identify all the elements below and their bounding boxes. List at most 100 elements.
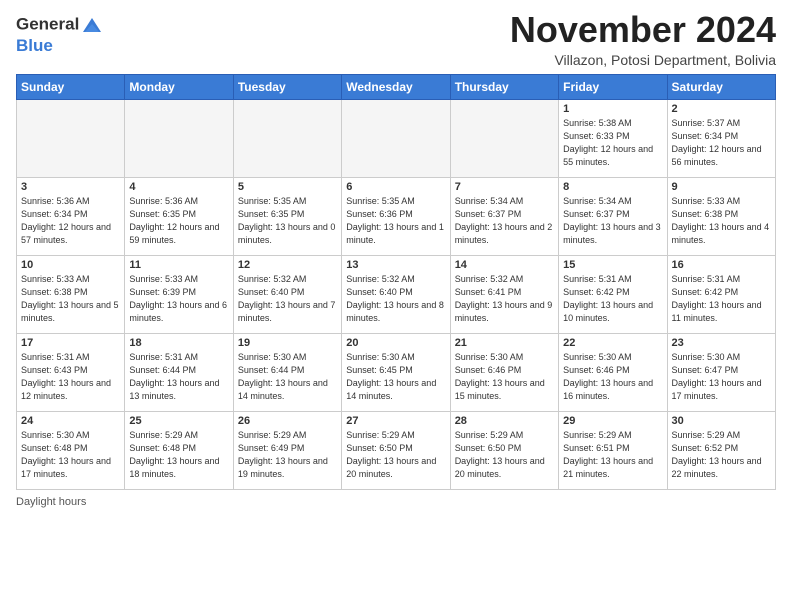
day-cell: 30 Sunrise: 5:29 AM Sunset: 6:52 PM Dayli… — [667, 411, 775, 489]
day-info: Sunrise: 5:31 AM Sunset: 6:44 PM Dayligh… — [129, 351, 228, 403]
day-number: 28 — [455, 415, 554, 427]
day-cell: 16 Sunrise: 5:31 AM Sunset: 6:42 PM Dayli… — [667, 255, 775, 333]
day-number: 16 — [672, 259, 771, 271]
day-number: 14 — [455, 259, 554, 271]
col-header-friday: Friday — [559, 74, 667, 99]
day-info: Sunrise: 5:29 AM Sunset: 6:50 PM Dayligh… — [346, 429, 445, 481]
day-cell: 8 Sunrise: 5:34 AM Sunset: 6:37 PM Daylig… — [559, 177, 667, 255]
day-cell: 20 Sunrise: 5:30 AM Sunset: 6:45 PM Dayli… — [342, 333, 450, 411]
day-number: 1 — [563, 103, 662, 115]
col-header-monday: Monday — [125, 74, 233, 99]
day-number: 15 — [563, 259, 662, 271]
day-cell: 15 Sunrise: 5:31 AM Sunset: 6:42 PM Dayli… — [559, 255, 667, 333]
day-cell: 22 Sunrise: 5:30 AM Sunset: 6:46 PM Dayli… — [559, 333, 667, 411]
col-header-wednesday: Wednesday — [342, 74, 450, 99]
day-number: 23 — [672, 337, 771, 349]
day-number: 25 — [129, 415, 228, 427]
footer: Daylight hours — [16, 496, 776, 508]
calendar-table: SundayMondayTuesdayWednesdayThursdayFrid… — [16, 74, 776, 490]
day-info: Sunrise: 5:29 AM Sunset: 6:50 PM Dayligh… — [455, 429, 554, 481]
day-number: 5 — [238, 181, 337, 193]
col-header-tuesday: Tuesday — [233, 74, 341, 99]
day-cell: 6 Sunrise: 5:35 AM Sunset: 6:36 PM Daylig… — [342, 177, 450, 255]
location-subtitle: Villazon, Potosi Department, Bolivia — [510, 52, 776, 68]
day-info: Sunrise: 5:31 AM Sunset: 6:42 PM Dayligh… — [672, 273, 771, 325]
week-row-1: 1Sunrise: 5:38 AM Sunset: 6:33 PM Daylig… — [17, 99, 776, 177]
day-info: Sunrise: 5:34 AM Sunset: 6:37 PM Dayligh… — [455, 195, 554, 247]
day-number: 10 — [21, 259, 120, 271]
day-number: 4 — [129, 181, 228, 193]
day-info: Sunrise: 5:30 AM Sunset: 6:47 PM Dayligh… — [672, 351, 771, 403]
day-cell: 24Sunrise: 5:30 AM Sunset: 6:48 PM Dayli… — [17, 411, 125, 489]
calendar-header-row: SundayMondayTuesdayWednesdayThursdayFrid… — [17, 74, 776, 99]
day-cell: 25 Sunrise: 5:29 AM Sunset: 6:48 PM Dayli… — [125, 411, 233, 489]
day-number: 7 — [455, 181, 554, 193]
day-number: 12 — [238, 259, 337, 271]
day-number: 6 — [346, 181, 445, 193]
day-cell — [342, 99, 450, 177]
day-cell — [125, 99, 233, 177]
week-row-5: 24Sunrise: 5:30 AM Sunset: 6:48 PM Dayli… — [17, 411, 776, 489]
day-info: Sunrise: 5:29 AM Sunset: 6:51 PM Dayligh… — [563, 429, 662, 481]
day-info: Sunrise: 5:35 AM Sunset: 6:36 PM Dayligh… — [346, 195, 445, 247]
day-info: Sunrise: 5:29 AM Sunset: 6:52 PM Dayligh… — [672, 429, 771, 481]
day-number: 27 — [346, 415, 445, 427]
day-info: Sunrise: 5:36 AM Sunset: 6:35 PM Dayligh… — [129, 195, 228, 247]
day-number: 2 — [672, 103, 771, 115]
daylight-label: Daylight hours — [16, 496, 86, 508]
day-info: Sunrise: 5:32 AM Sunset: 6:41 PM Dayligh… — [455, 273, 554, 325]
logo-icon — [81, 14, 103, 36]
day-info: Sunrise: 5:29 AM Sunset: 6:48 PM Dayligh… — [129, 429, 228, 481]
col-header-saturday: Saturday — [667, 74, 775, 99]
day-number: 18 — [129, 337, 228, 349]
day-number: 20 — [346, 337, 445, 349]
day-number: 21 — [455, 337, 554, 349]
logo-blue: Blue — [16, 36, 103, 56]
day-number: 30 — [672, 415, 771, 427]
day-info: Sunrise: 5:36 AM Sunset: 6:34 PM Dayligh… — [21, 195, 120, 247]
day-cell: 3Sunrise: 5:36 AM Sunset: 6:34 PM Daylig… — [17, 177, 125, 255]
day-cell: 17Sunrise: 5:31 AM Sunset: 6:43 PM Dayli… — [17, 333, 125, 411]
day-cell: 18 Sunrise: 5:31 AM Sunset: 6:44 PM Dayli… — [125, 333, 233, 411]
day-cell: 5 Sunrise: 5:35 AM Sunset: 6:35 PM Daylig… — [233, 177, 341, 255]
day-info: Sunrise: 5:35 AM Sunset: 6:35 PM Dayligh… — [238, 195, 337, 247]
month-title: November 2024 — [510, 10, 776, 50]
day-cell: 1Sunrise: 5:38 AM Sunset: 6:33 PM Daylig… — [559, 99, 667, 177]
day-cell: 14 Sunrise: 5:32 AM Sunset: 6:41 PM Dayli… — [450, 255, 558, 333]
day-info: Sunrise: 5:33 AM Sunset: 6:38 PM Dayligh… — [21, 273, 120, 325]
week-row-3: 10 Sunrise: 5:33 AM Sunset: 6:38 PM Dayli… — [17, 255, 776, 333]
day-info: Sunrise: 5:32 AM Sunset: 6:40 PM Dayligh… — [238, 273, 337, 325]
day-cell: 9Sunrise: 5:33 AM Sunset: 6:38 PM Daylig… — [667, 177, 775, 255]
day-cell: 2 Sunrise: 5:37 AM Sunset: 6:34 PM Daylig… — [667, 99, 775, 177]
day-info: Sunrise: 5:33 AM Sunset: 6:39 PM Dayligh… — [129, 273, 228, 325]
day-number: 8 — [563, 181, 662, 193]
day-cell — [17, 99, 125, 177]
day-number: 11 — [129, 259, 228, 271]
day-cell: 10 Sunrise: 5:33 AM Sunset: 6:38 PM Dayli… — [17, 255, 125, 333]
day-number: 22 — [563, 337, 662, 349]
day-cell: 12 Sunrise: 5:32 AM Sunset: 6:40 PM Dayli… — [233, 255, 341, 333]
day-info: Sunrise: 5:33 AM Sunset: 6:38 PM Dayligh… — [672, 195, 771, 247]
day-info: Sunrise: 5:29 AM Sunset: 6:49 PM Dayligh… — [238, 429, 337, 481]
day-info: Sunrise: 5:30 AM Sunset: 6:48 PM Dayligh… — [21, 429, 120, 481]
logo: General Blue — [16, 14, 103, 56]
day-info: Sunrise: 5:34 AM Sunset: 6:37 PM Dayligh… — [563, 195, 662, 247]
day-info: Sunrise: 5:31 AM Sunset: 6:42 PM Dayligh… — [563, 273, 662, 325]
day-cell — [233, 99, 341, 177]
day-cell: 4 Sunrise: 5:36 AM Sunset: 6:35 PM Daylig… — [125, 177, 233, 255]
logo-text: General — [16, 14, 103, 36]
day-info: Sunrise: 5:30 AM Sunset: 6:46 PM Dayligh… — [455, 351, 554, 403]
day-cell: 29 Sunrise: 5:29 AM Sunset: 6:51 PM Dayli… — [559, 411, 667, 489]
day-info: Sunrise: 5:37 AM Sunset: 6:34 PM Dayligh… — [672, 117, 771, 169]
day-cell: 13 Sunrise: 5:32 AM Sunset: 6:40 PM Dayli… — [342, 255, 450, 333]
day-info: Sunrise: 5:30 AM Sunset: 6:46 PM Dayligh… — [563, 351, 662, 403]
header: General Blue November 2024 Villazon, Pot… — [16, 10, 776, 68]
day-number: 13 — [346, 259, 445, 271]
day-cell: 28 Sunrise: 5:29 AM Sunset: 6:50 PM Dayli… — [450, 411, 558, 489]
day-number: 29 — [563, 415, 662, 427]
day-info: Sunrise: 5:30 AM Sunset: 6:45 PM Dayligh… — [346, 351, 445, 403]
day-cell: 23 Sunrise: 5:30 AM Sunset: 6:47 PM Dayli… — [667, 333, 775, 411]
day-number: 26 — [238, 415, 337, 427]
day-info: Sunrise: 5:32 AM Sunset: 6:40 PM Dayligh… — [346, 273, 445, 325]
day-cell: 27 Sunrise: 5:29 AM Sunset: 6:50 PM Dayli… — [342, 411, 450, 489]
